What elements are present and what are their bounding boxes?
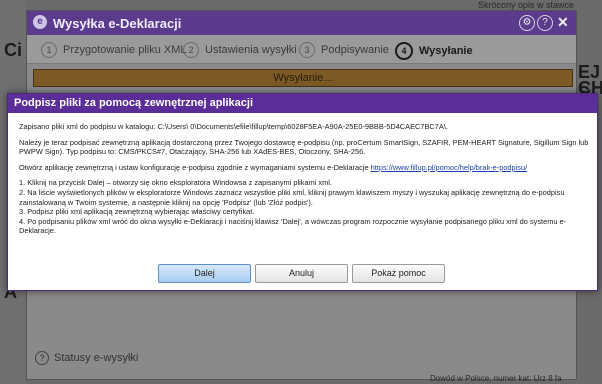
wizard-title: Wysyłka e-Deklaracji [53, 16, 182, 31]
show-help-button[interactable]: Pokaż pomoc [352, 264, 445, 283]
sign-dialog: Podpisz pliki za pomocą zewnętrznej apli… [7, 93, 598, 291]
step-number: 4 [395, 42, 413, 60]
background-heading: Ci [4, 40, 22, 60]
dialog-title: Podpisz pliki za pomocą zewnętrznej apli… [14, 97, 254, 109]
status-link[interactable]: ? Statusy e-wysyłki [35, 351, 138, 365]
step-4: 4 Wysyłanie [395, 42, 473, 60]
dialog-header: Podpisz pliki za pomocą zewnętrznej apli… [8, 94, 597, 113]
step-label: Podpisywanie [321, 44, 389, 56]
cancel-button[interactable]: Anuluj [255, 264, 348, 283]
list-item: 2. Na liście wyświetlonych plików w eksp… [19, 187, 565, 207]
step-label: Ustawienia wysyłki [205, 44, 297, 56]
list-item: 4. Po podpisaniu plików xml wróć do okna… [19, 216, 567, 236]
question-icon: ? [35, 351, 49, 365]
step-label: Przygotowanie pliku XML [63, 44, 187, 56]
saved-path-text: Zapisano pliki xml do podpisu w katalogu… [19, 122, 448, 131]
app-logo-icon: e [33, 15, 47, 29]
list-item: 3. Podpisz pliki xml aplikacją zewnętrzn… [19, 207, 255, 217]
dialog-body: Zapisano pliki xml do podpisu w katalogu… [19, 122, 589, 236]
close-icon[interactable]: ✕ [557, 14, 569, 31]
wizard-steps: 1 Przygotowanie pliku XML 2 Ustawienia w… [27, 35, 576, 64]
config-text-prefix: Otwórz aplikację zewnętrzną i ustaw konf… [19, 162, 371, 172]
help-link[interactable]: https://www.fillup.pl/pomoc/help/brak-e-… [371, 163, 528, 172]
wizard-titlebar: e Wysyłka e-Deklaracji ⚙ ? ✕ [27, 11, 576, 35]
background-top-hint: Skrócony opis w stawce [478, 0, 575, 10]
step-1: 1 Przygotowanie pliku XML [41, 42, 187, 58]
next-button[interactable]: Dalej [158, 264, 251, 283]
step-2: 2 Ustawienia wysyłki [183, 42, 297, 58]
help-icon[interactable]: ? [537, 15, 553, 31]
step-number: 3 [299, 42, 315, 58]
steps-list: 1. Kliknij na przycisk Dalej – otworzy s… [19, 178, 589, 236]
sign-instructions-text: Należy je teraz podpisać zewnętrzną apli… [19, 137, 589, 157]
config-text: Otwórz aplikację zewnętrzną i ustaw konf… [19, 163, 589, 173]
status-link-label: Statusy e-wysyłki [54, 352, 139, 364]
progress-label: Wysyłanie... [273, 72, 333, 84]
step-number: 1 [41, 42, 57, 58]
gear-icon[interactable]: ⚙ [519, 15, 535, 31]
background-bottom-text: Dowód w Polsce, numer kat: Urz 8 fa [430, 374, 562, 383]
step-3: 3 Podpisywanie [299, 42, 389, 58]
step-number: 2 [183, 42, 199, 58]
progress-bar: Wysyłanie... [33, 69, 573, 87]
list-item: 1. Kliknij na przycisk Dalej – otworzy s… [19, 178, 332, 188]
step-label: Wysyłanie [419, 45, 473, 57]
